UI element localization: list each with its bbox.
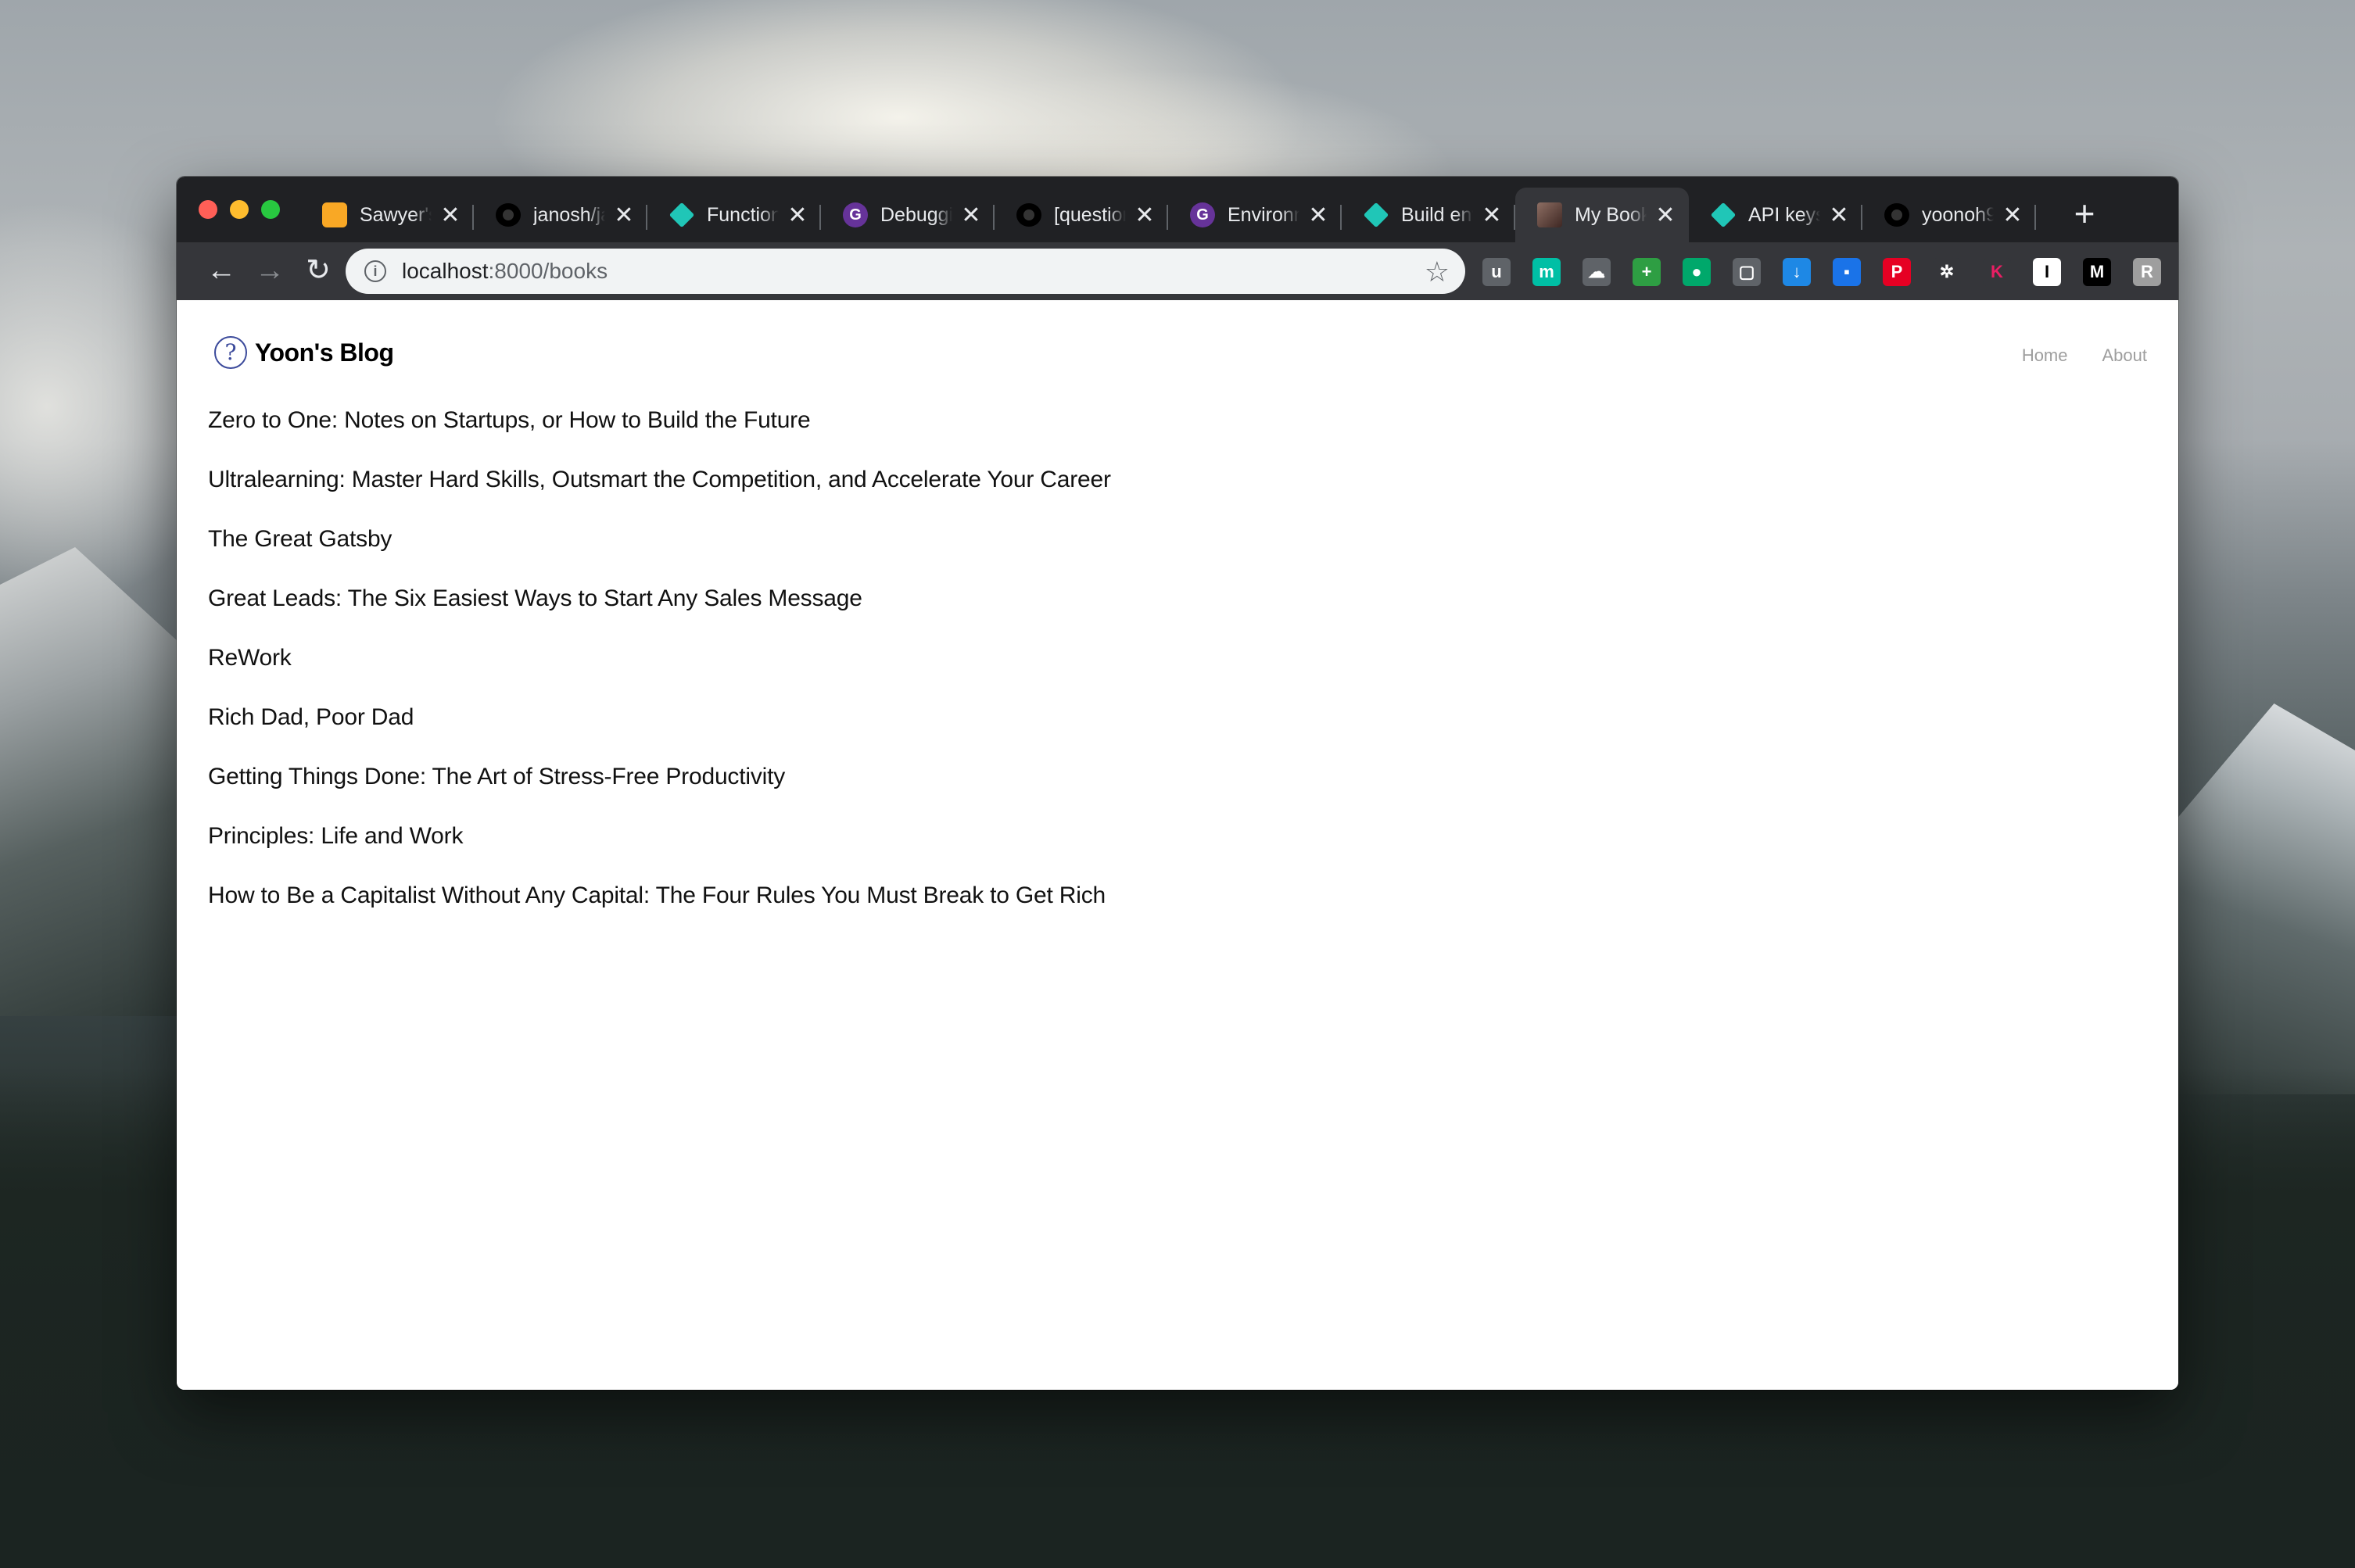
- book-list-item[interactable]: How to Be a Capitalist Without Any Capit…: [208, 879, 1111, 938]
- instapaper-icon[interactable]: I: [2033, 258, 2061, 286]
- address-bar[interactable]: i localhost:8000/books ☆: [346, 249, 1465, 294]
- tab-title: Function: [707, 203, 779, 226]
- tab-4[interactable]: [question ✕: [995, 188, 1168, 242]
- book-list: Zero to One: Notes on Startups, or How t…: [208, 403, 1111, 938]
- tab-close-icon[interactable]: ✕: [1653, 202, 1678, 229]
- book-list-item[interactable]: Getting Things Done: The Art of Stress-F…: [208, 760, 1111, 819]
- tab-title: janosh/ja: [533, 203, 605, 226]
- extensions-bar: um☁+●▢↓▪P✲KIMR✶⋮: [1482, 256, 2178, 288]
- netlify-icon: [1710, 202, 1737, 228]
- tab-close-icon[interactable]: ✕: [1826, 202, 1851, 229]
- tab-title: Environm: [1228, 203, 1299, 226]
- book-list-item[interactable]: Principles: Life and Work: [208, 819, 1111, 879]
- tab-close-icon[interactable]: ✕: [611, 202, 636, 229]
- tab-ext-icon[interactable]: ▢: [1733, 258, 1761, 286]
- medium-ext-icon[interactable]: M: [2083, 258, 2111, 286]
- book-list-item[interactable]: The Great Gatsby: [208, 522, 1111, 582]
- tabs-container: Sawyer's✕janosh/ja✕Function✕Debuggi✕[que…: [300, 188, 2036, 242]
- people-ext-icon[interactable]: ●: [1683, 258, 1711, 286]
- note-ext-icon[interactable]: ▪: [1833, 258, 1861, 286]
- bookmark-star-icon[interactable]: ☆: [1425, 256, 1450, 288]
- browser-window: Sawyer's✕janosh/ja✕Function✕Debuggi✕[que…: [177, 177, 2178, 1390]
- tab-title: Build env: [1401, 203, 1473, 226]
- book-list-item[interactable]: Rich Dad, Poor Dad: [208, 700, 1111, 760]
- maximize-window-button[interactable]: [261, 200, 280, 219]
- tab-close-icon[interactable]: ✕: [959, 202, 984, 229]
- github-icon: [1016, 203, 1041, 227]
- window-controls: [199, 200, 280, 219]
- minimize-window-button[interactable]: [230, 200, 249, 219]
- address-path: :8000/books: [488, 259, 608, 283]
- back-button[interactable]: ←: [200, 250, 242, 292]
- book-list-item[interactable]: ReWork: [208, 641, 1111, 700]
- browser-toolbar: ← → ↻ i localhost:8000/books ☆ u m ☁ + ● ▢ ↓ ▪ P…: [177, 242, 2178, 300]
- site-header[interactable]: ? Yoon's Blog: [214, 336, 394, 369]
- new-tab-button[interactable]: +: [2061, 191, 2108, 238]
- reload-button[interactable]: ↻: [297, 250, 339, 292]
- tab-title: yoonoh9: [1922, 203, 1994, 226]
- avatar-favicon-icon: [1537, 202, 1562, 227]
- desktop-mountain-right: [2175, 703, 2355, 1094]
- nav-link-home[interactable]: Home: [2022, 345, 2068, 366]
- ublock-icon[interactable]: u: [1482, 258, 1511, 286]
- tab-9[interactable]: yoonoh9 ✕: [1862, 188, 2036, 242]
- site-logo-icon[interactable]: ?: [214, 336, 247, 369]
- site-title[interactable]: Yoon's Blog: [255, 338, 394, 367]
- plus-ext-icon[interactable]: +: [1633, 258, 1661, 286]
- book-list-item[interactable]: Ultralearning: Master Hard Skills, Outsm…: [208, 463, 1111, 522]
- close-window-button[interactable]: [199, 200, 217, 219]
- netlify-icon: [1363, 202, 1389, 228]
- tab-title: [question: [1054, 203, 1126, 226]
- m-ext-icon[interactable]: m: [1532, 258, 1561, 286]
- tab-close-icon[interactable]: ✕: [1132, 202, 1157, 229]
- page-content: ? Yoon's Blog Home About Zero to One: No…: [177, 300, 2178, 1390]
- address-host: localhost: [402, 259, 489, 283]
- tab-6[interactable]: Build env ✕: [1342, 188, 1515, 242]
- gear-ext-icon[interactable]: ✲: [1933, 258, 1961, 286]
- netlify-icon: [669, 202, 695, 228]
- github-icon: [1884, 203, 1909, 227]
- tab-title: Sawyer's: [360, 203, 432, 226]
- book-list-item[interactable]: Great Leads: The Six Easiest Ways to Sta…: [208, 582, 1111, 641]
- download-ext-icon[interactable]: ↓: [1783, 258, 1811, 286]
- tab-close-icon[interactable]: ✕: [1306, 202, 1331, 229]
- gatsby-icon: [1190, 202, 1215, 227]
- tab-strip: Sawyer's✕janosh/ja✕Function✕Debuggi✕[que…: [177, 177, 2178, 242]
- pinterest-icon[interactable]: P: [1883, 258, 1911, 286]
- site-info-icon[interactable]: i: [364, 260, 386, 282]
- tab-close-icon[interactable]: ✕: [2000, 202, 2025, 229]
- tab-7[interactable]: My Book ✕: [1515, 188, 1689, 242]
- gatsby-icon: [843, 202, 868, 227]
- tab-2[interactable]: Function ✕: [647, 188, 821, 242]
- tab-title: Debuggi: [880, 203, 952, 226]
- grey-ext-icon[interactable]: R: [2133, 258, 2161, 286]
- github-icon: [496, 203, 521, 227]
- tab-5[interactable]: Environm ✕: [1168, 188, 1342, 242]
- forward-button[interactable]: →: [249, 250, 291, 292]
- book-list-item[interactable]: Zero to One: Notes on Startups, or How t…: [208, 403, 1111, 463]
- tab-3[interactable]: Debuggi ✕: [821, 188, 995, 242]
- square-favicon-icon: [322, 202, 347, 227]
- tab-0[interactable]: Sawyer's ✕: [300, 188, 474, 242]
- cloud-ext-icon[interactable]: ☁: [1583, 258, 1611, 286]
- tab-8[interactable]: API keys ✕: [1689, 188, 1862, 242]
- tab-title: API keys: [1748, 203, 1820, 226]
- k-ext-icon[interactable]: K: [1983, 258, 2011, 286]
- tab-1[interactable]: janosh/ja ✕: [474, 188, 647, 242]
- site-nav: Home About: [2022, 345, 2147, 366]
- desktop-mountain-left: [0, 547, 188, 1016]
- tab-close-icon[interactable]: ✕: [1479, 202, 1504, 229]
- nav-link-about[interactable]: About: [2102, 345, 2148, 366]
- tab-close-icon[interactable]: ✕: [785, 202, 810, 229]
- tab-close-icon[interactable]: ✕: [438, 202, 463, 229]
- tab-title: My Book: [1575, 203, 1647, 226]
